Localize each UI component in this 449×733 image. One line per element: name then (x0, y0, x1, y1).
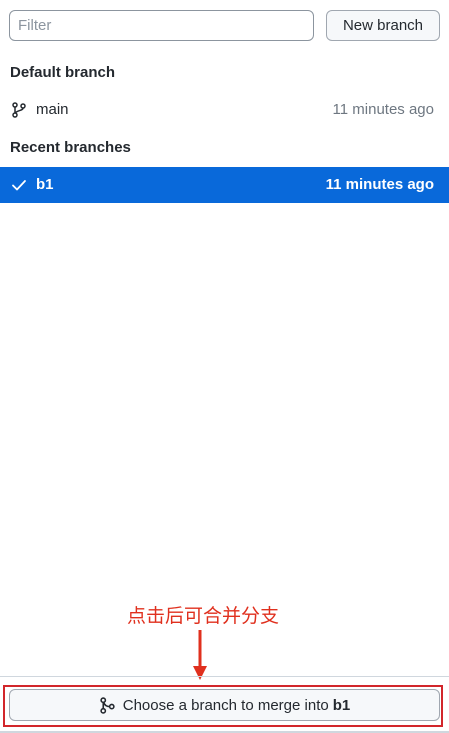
git-branch-icon (12, 102, 26, 118)
branch-time: 11 minutes ago (325, 176, 434, 193)
divider (0, 676, 449, 677)
merge-branch-button[interactable]: Choose a branch to merge into b1 (9, 689, 440, 721)
git-merge-icon (100, 696, 115, 714)
arrow-down-icon (193, 630, 207, 680)
recent-branches-header: Recent branches (10, 139, 131, 156)
filter-input[interactable] (9, 10, 314, 41)
check-icon (12, 180, 26, 191)
branch-name: main (36, 101, 69, 118)
new-branch-button[interactable]: New branch (326, 10, 440, 41)
default-branch-header: Default branch (10, 64, 116, 81)
branch-row-b1[interactable]: b1 11 minutes ago (0, 167, 449, 203)
merge-button-label: Choose a branch to merge into (122, 696, 329, 714)
annotation-text: 点击后可合并分支 (127, 605, 280, 627)
branch-row-main[interactable]: main 11 minutes ago (0, 92, 449, 128)
branch-name: b1 (36, 176, 54, 193)
branch-time: 11 minutes ago (332, 101, 434, 118)
merge-target-branch: b1 (332, 696, 351, 714)
branch-toolbar: New branch (0, 0, 449, 52)
